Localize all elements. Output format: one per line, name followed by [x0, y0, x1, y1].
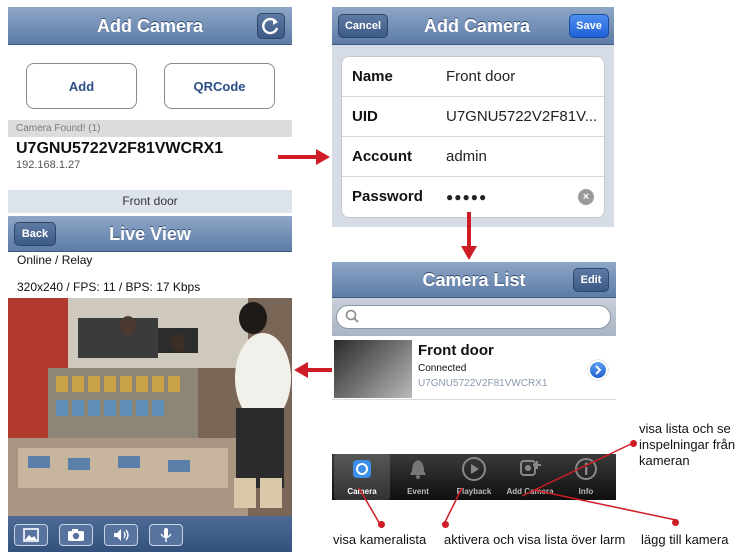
camera-row-status: Connected [418, 363, 467, 374]
bell-icon [410, 460, 426, 479]
camera-annotation-dot [378, 521, 385, 528]
edit-button[interactable]: Edit [573, 268, 609, 292]
navbar-title: Add Camera [96, 16, 204, 36]
cancel-button[interactable]: Cancel [338, 14, 388, 38]
add-camera-navbar: Add Camera [8, 7, 292, 45]
event-annotation: aktivera och visa lista över larm [444, 532, 626, 547]
snapshot-button[interactable] [59, 524, 93, 546]
name-field[interactable]: Front door [446, 68, 515, 85]
camera-list-navbar: Camera List Edit [332, 262, 616, 298]
speaker-icon [114, 529, 129, 541]
video-frame-image [8, 298, 292, 516]
live-view-navbar: Back Live View [8, 216, 292, 252]
found-camera-uid: U7GNU5722V2F81VWCRX1 [16, 140, 224, 157]
playback-annotation: visa lista och se inspelningar från kame… [639, 421, 736, 468]
camera-annotation: visa kameralista [333, 532, 427, 547]
back-button[interactable]: Back [14, 222, 56, 246]
camera-found-header: Camera Found! (1) [8, 120, 292, 137]
qrcode-button[interactable]: QRCode [164, 63, 275, 109]
refresh-icon [262, 17, 279, 35]
refresh-button[interactable] [257, 13, 285, 39]
add-button[interactable]: Add [26, 63, 137, 109]
chevron-right-icon [595, 365, 602, 375]
arrow-left [294, 362, 332, 378]
search-icon [345, 309, 359, 323]
form-navbar: Cancel Add Camera Save [332, 7, 614, 45]
addcam-annotation-dot [672, 519, 679, 526]
camera-form: Name Front door UID U7GNU5722V2F81V... A… [341, 56, 605, 218]
uid-label: UID [352, 108, 378, 125]
search-input[interactable] [336, 305, 611, 329]
name-label: Name [352, 68, 393, 85]
camera-snapshot-icon [68, 529, 84, 541]
password-field[interactable]: ●●●●● [446, 190, 487, 204]
search-bar [332, 298, 616, 336]
uid-field[interactable]: U7GNU5722V2F81V... [446, 108, 597, 125]
photo-icon [23, 528, 39, 542]
live-view-toolbar [8, 516, 292, 552]
password-label: Password [352, 188, 423, 205]
arrow-down [461, 212, 477, 260]
play-icon [462, 457, 486, 481]
camera-row-uid: U7GNU5722V2F81VWCRX1 [418, 378, 548, 389]
arrow-right-1 [278, 149, 330, 165]
clear-icon[interactable]: × [578, 189, 594, 205]
add-camera-body: Add QRCode Camera Found! (1) U7GNU5722V2… [8, 45, 292, 175]
form-row-account[interactable]: Account admin [342, 137, 604, 177]
speaker-button[interactable] [104, 524, 138, 546]
form-row-uid[interactable]: UID U7GNU5722V2F81V... [342, 97, 604, 137]
microphone-icon [160, 528, 172, 542]
microphone-button[interactable] [149, 524, 183, 546]
form-row-name[interactable]: Name Front door [342, 57, 604, 97]
event-annotation-dot [442, 521, 449, 528]
addcam-annotation: lägg till kamera [641, 532, 729, 547]
detail-disclosure-button[interactable] [588, 360, 608, 380]
camera-thumbnail [334, 340, 412, 398]
snapshot-gallery-button[interactable] [14, 524, 48, 546]
connection-status: Online / Relay [17, 253, 93, 267]
account-label: Account [352, 148, 412, 165]
save-button[interactable]: Save [569, 14, 609, 38]
camera-list-row[interactable]: Front door Connected U7GNU5722V2F81VWCRX… [332, 338, 616, 400]
add-camera-form-panel: Cancel Add Camera Save Name Front door U… [332, 7, 614, 227]
account-field[interactable]: admin [446, 148, 487, 165]
stream-stats: 320x240 / FPS: 11 / BPS: 17 Kbps [17, 280, 201, 294]
found-camera-row[interactable]: U7GNU5722V2F81VWCRX1 192.168.1.27 [8, 138, 292, 175]
found-camera-ip: 192.168.1.27 [16, 159, 81, 171]
live-video-feed[interactable] [8, 298, 292, 516]
camera-row-name: Front door [418, 342, 494, 359]
camera-name-bar: Front door [8, 190, 292, 213]
camera-icon [353, 460, 371, 478]
addcam-leader-line [533, 489, 677, 521]
